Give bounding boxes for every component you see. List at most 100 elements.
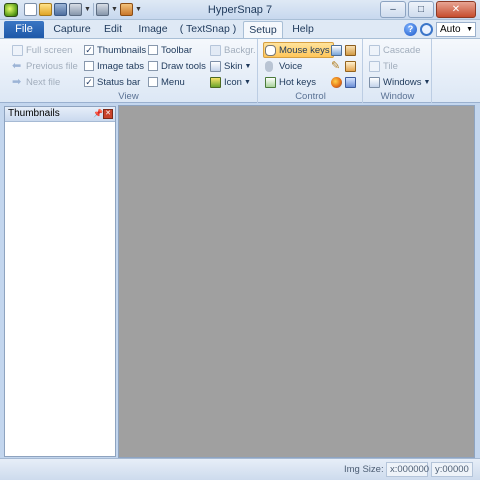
image-tabs-checkbox[interactable]: Image tabs (84, 59, 144, 73)
hand-tool-button[interactable] (331, 43, 345, 57)
thumbnails-panel-header: Thumbnails 📌 ✕ (5, 107, 115, 122)
prev-file-icon: ⬅ (12, 59, 22, 72)
hot-keys-button[interactable]: Hot keys (265, 75, 316, 89)
clipboard-button[interactable] (345, 43, 359, 57)
chevron-down-icon: ▼ (423, 78, 431, 86)
draw-tools-label: Draw tools (161, 60, 206, 72)
thumbnails-checkbox[interactable]: ✓ Thumbnails (84, 43, 146, 57)
checkbox-unchecked (148, 61, 158, 71)
checkbox-unchecked (84, 61, 94, 71)
screen-icon (345, 76, 356, 88)
full-screen-button[interactable]: Full screen (12, 43, 72, 57)
microphone-icon (265, 60, 273, 72)
firefox-icon (331, 76, 342, 88)
tile-icon (369, 60, 380, 72)
control-group-label: Control (295, 91, 326, 102)
background-button[interactable]: Backgr. (210, 43, 256, 57)
background-label: Backgr. (224, 44, 256, 56)
hotkeys-icon (265, 76, 276, 88)
full-screen-label: Full screen (26, 44, 73, 56)
view-group: Full screen ⬅ Previous file ➡ Next file … (0, 39, 258, 103)
next-file-icon: ➡ (12, 75, 22, 88)
zoom-select[interactable]: Auto ▼ (436, 22, 476, 37)
window-group-label: Window (380, 91, 415, 102)
help-icon[interactable]: ? (404, 23, 417, 36)
tile-button[interactable]: Tile (369, 59, 398, 73)
icon-style-icon (210, 76, 221, 88)
draw-tools-checkbox[interactable]: Draw tools (148, 59, 206, 73)
voice-label: Voice (279, 60, 303, 72)
status-bar-label: Status bar (97, 76, 141, 88)
mouse-keys-button[interactable]: Mouse keys (263, 42, 334, 58)
tab-textsnap[interactable]: ( TextSnap ) (178, 21, 238, 38)
gear-icon (345, 60, 356, 72)
browser-button[interactable] (331, 75, 345, 89)
ribbon-tabs: File Capture Edit Image ( TextSnap ) Set… (0, 20, 480, 38)
background-icon (210, 44, 221, 56)
title-bar: ▼ ▼ ▼ HyperSnap 7 – □ ✕ (0, 0, 480, 20)
status-bar-checkbox[interactable]: ✓ Status bar (84, 75, 140, 89)
status-bar: Img Size: x:000000 y:00000 (0, 458, 480, 480)
chevron-down-icon: ▼ (466, 26, 473, 33)
tile-label: Tile (383, 60, 398, 72)
pen-icon: ✎ (331, 59, 341, 72)
image-tabs-label: Image tabs (97, 60, 144, 72)
fullscreen-icon (12, 44, 23, 56)
checkbox-checked: ✓ (84, 77, 94, 87)
windows-label: Windows (383, 76, 422, 88)
image-workspace[interactable] (118, 105, 475, 458)
control-group: Mouse keys Voice Hot keys ✎ Control (259, 39, 363, 103)
cascade-button[interactable]: Cascade (369, 43, 421, 57)
pen-button[interactable]: ✎ (331, 59, 345, 73)
chevron-down-icon: ▼ (244, 62, 252, 70)
tab-edit[interactable]: Edit (98, 21, 128, 38)
close-button[interactable]: ✕ (436, 1, 476, 18)
tab-image[interactable]: Image (134, 21, 172, 38)
view-group-label: View (118, 91, 139, 102)
next-file-label: Next file (26, 76, 61, 88)
chevron-down-icon: ▼ (243, 78, 251, 86)
mouse-keys-label: Mouse keys (279, 44, 330, 56)
zoom-icon[interactable] (420, 23, 433, 36)
cascade-label: Cascade (383, 44, 421, 56)
windows-icon (369, 76, 380, 88)
window-controls: – □ ✕ (380, 1, 476, 18)
clipboard-icon (345, 44, 356, 56)
screen-button[interactable] (345, 75, 359, 89)
checkbox-checked: ✓ (84, 45, 94, 55)
thumbnails-panel[interactable]: Thumbnails 📌 ✕ (4, 106, 116, 457)
maximize-button[interactable]: □ (408, 1, 434, 18)
tab-setup[interactable]: Setup (243, 21, 283, 38)
window-group: Cascade Tile Windows ▼ Window (364, 39, 432, 103)
menu-checkbox[interactable]: Menu (148, 75, 185, 89)
windows-dropdown[interactable]: Windows ▼ (369, 75, 430, 89)
skin-dropdown[interactable]: Skin ▼ (210, 59, 251, 73)
tab-capture[interactable]: Capture (50, 21, 94, 38)
tab-help[interactable]: Help (287, 21, 319, 38)
pin-icon[interactable]: 📌 (93, 109, 103, 119)
tab-file[interactable]: File (4, 21, 44, 38)
next-file-button[interactable]: ➡ Next file (12, 75, 60, 89)
voice-button[interactable]: Voice (265, 59, 302, 73)
hot-keys-label: Hot keys (279, 76, 316, 88)
settings-button[interactable] (345, 59, 359, 73)
hand-icon (331, 44, 342, 56)
icon-label: Icon (224, 76, 242, 88)
thumbnails-panel-title: Thumbnails (8, 108, 60, 119)
x-coordinate: x:000000 (386, 462, 429, 477)
close-icon[interactable]: ✕ (103, 109, 113, 119)
toolbar-label: Toolbar (161, 44, 193, 56)
menu-label: Menu (161, 76, 185, 88)
skin-label: Skin (224, 60, 243, 72)
ribbon: Full screen ⬅ Previous file ➡ Next file … (0, 38, 480, 103)
thumbnails-label: Thumbnails (97, 44, 147, 56)
checkbox-unchecked (148, 45, 158, 55)
toolbar-checkbox[interactable]: Toolbar (148, 43, 192, 57)
previous-file-button[interactable]: ⬅ Previous file (12, 59, 78, 73)
cascade-icon (369, 44, 380, 56)
checkbox-unchecked (148, 77, 158, 87)
y-coordinate: y:00000 (431, 462, 473, 477)
minimize-button[interactable]: – (380, 1, 406, 18)
icon-dropdown[interactable]: Icon ▼ (210, 75, 251, 89)
help-area: ? Auto ▼ (404, 22, 476, 37)
